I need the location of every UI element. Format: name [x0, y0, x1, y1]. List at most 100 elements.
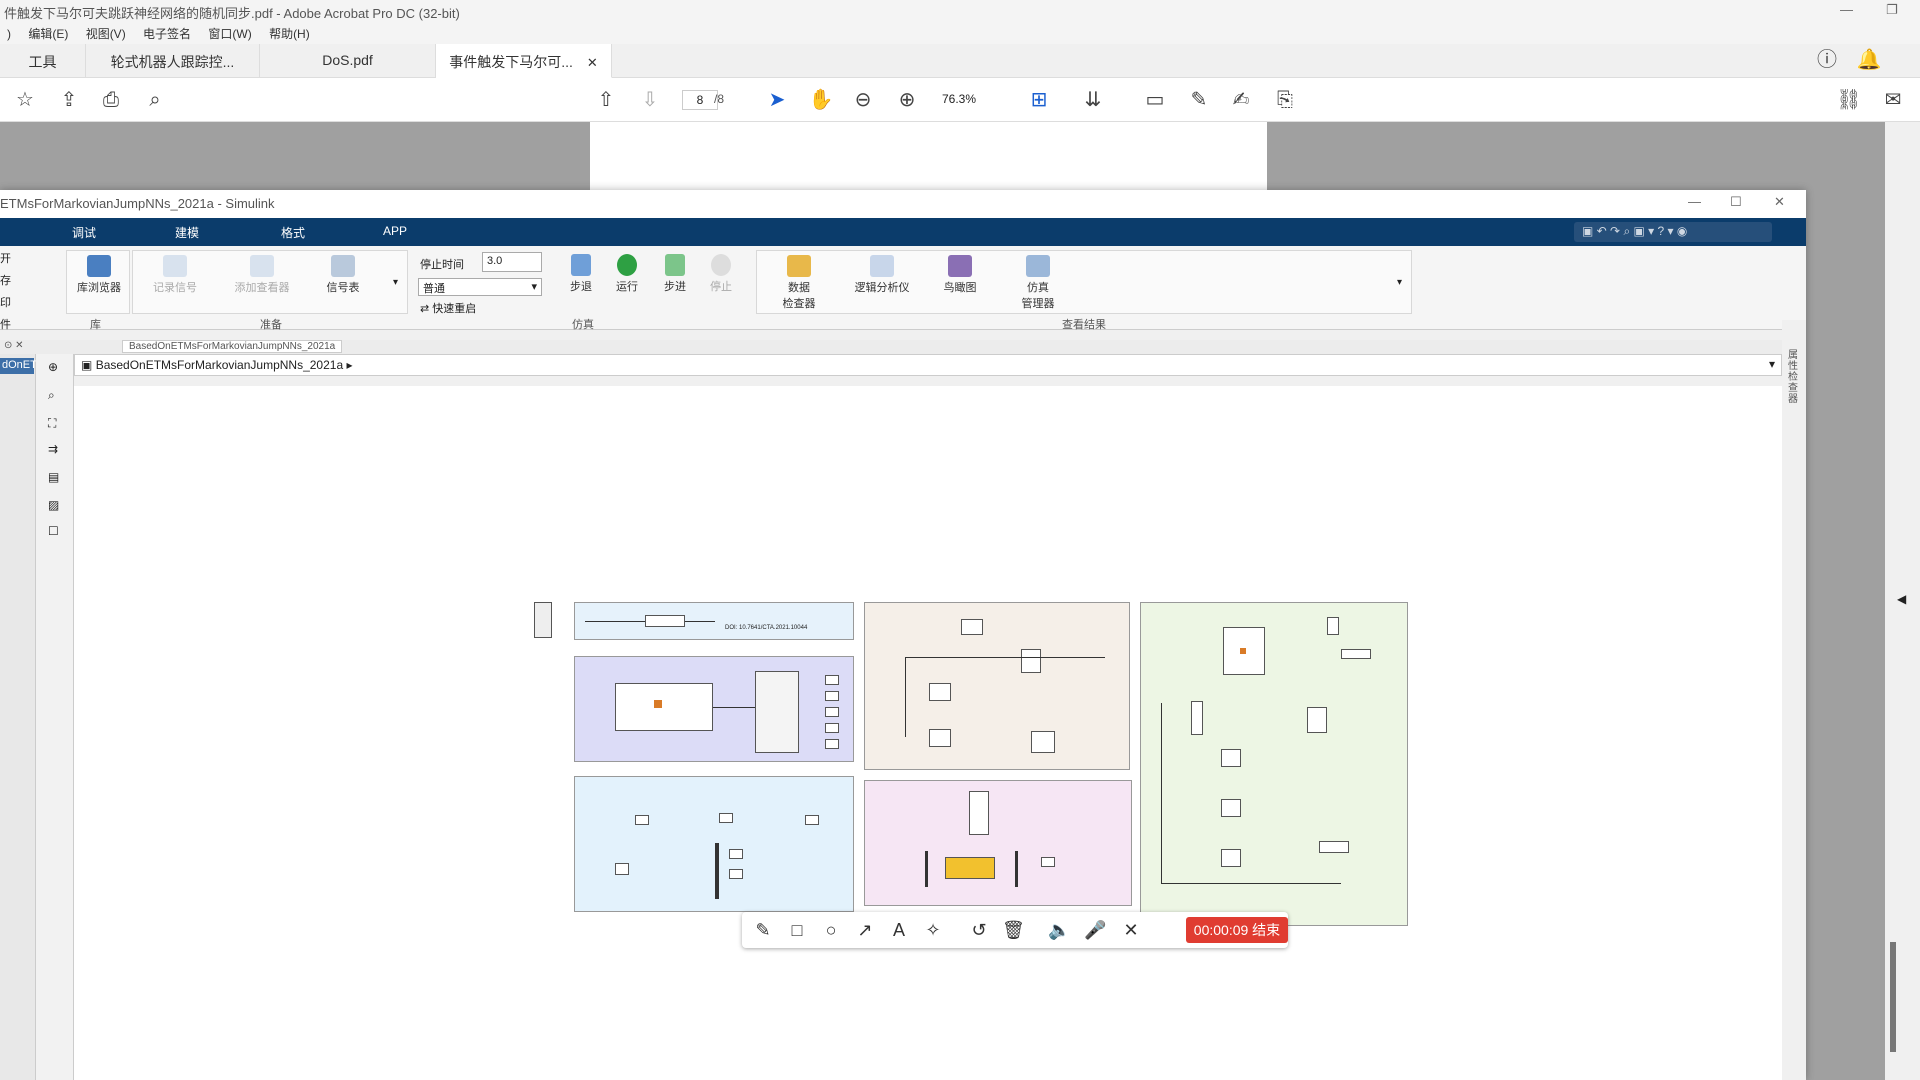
matrix-block[interactable] — [929, 729, 951, 747]
step-back-button[interactable]: 步退 — [564, 254, 598, 294]
event-trigger-block[interactable] — [945, 857, 995, 879]
share-icon[interactable]: ⛓ — [1836, 88, 1862, 112]
menu-view[interactable]: 视图(V) — [79, 22, 133, 42]
end-recording-button[interactable]: 00:00:09 结束 — [1186, 917, 1288, 943]
stamp-icon[interactable]: ⎘ — [1272, 88, 1298, 112]
matrix-block[interactable] — [1221, 749, 1241, 767]
minimize-icon[interactable]: — — [1840, 2, 1853, 17]
magic-icon[interactable]: ✧ — [922, 919, 944, 941]
menu-esign[interactable]: 电子签名 — [136, 22, 198, 42]
model-browser-item[interactable]: dOnET — [0, 358, 37, 374]
matrix-block[interactable] — [961, 619, 983, 635]
area-controller[interactable] — [574, 656, 854, 762]
help-icon[interactable]: ⓘ — [1814, 48, 1840, 72]
outport-block[interactable] — [825, 675, 839, 685]
expand-icon[interactable]: ▾ — [393, 277, 398, 288]
text-icon[interactable]: A — [888, 919, 910, 941]
model-tab[interactable]: BasedOnETMsForMarkovianJumpNNs_2021a — [122, 340, 343, 353]
menu-help[interactable]: 帮助(H) — [262, 22, 317, 42]
area-trigger[interactable] — [864, 780, 1132, 906]
zoom-icon[interactable]: ⌕ — [48, 388, 55, 403]
menu-open[interactable]: 开 — [0, 250, 11, 266]
from-block[interactable] — [615, 863, 629, 875]
step-forward-button[interactable]: 步进 — [658, 254, 692, 294]
matrix-block[interactable] — [969, 791, 989, 835]
goto-block[interactable] — [729, 849, 743, 859]
subsystem-block[interactable] — [645, 615, 685, 627]
scroll-icon[interactable]: ⇊ — [1080, 88, 1106, 112]
scroll-thumb[interactable] — [1890, 942, 1896, 1052]
fit-icon[interactable]: ⊞ — [1026, 88, 1052, 112]
expand-icon[interactable]: ▾ — [1397, 277, 1402, 288]
tab-modeling[interactable]: 建模 — [175, 224, 199, 241]
page-up-icon[interactable]: ⇧ — [593, 88, 619, 112]
hand-icon[interactable]: ✋ — [808, 88, 834, 112]
menu-item[interactable]: ) — [0, 24, 18, 41]
outport-block[interactable] — [825, 707, 839, 717]
close-icon[interactable]: ✕ — [1774, 194, 1785, 210]
integrator-block[interactable] — [1223, 627, 1265, 675]
integrator-block[interactable] — [1021, 649, 1041, 673]
bell-icon[interactable]: 🔔 — [1856, 48, 1882, 72]
main-subsystem-block[interactable] — [615, 683, 713, 731]
highlight-icon[interactable]: ✎ — [1186, 88, 1212, 112]
sim-manager-button[interactable]: 仿真 管理器 — [1011, 255, 1065, 311]
area-header[interactable]: DOI: 10.7641/CTA.2021.10044 — [574, 602, 854, 640]
tab-robot-doc[interactable]: 轮式机器人跟踪控... — [86, 44, 260, 78]
close-icon[interactable]: ✕ — [1120, 919, 1142, 941]
tab-close-icon[interactable]: ✕ — [587, 55, 598, 70]
stop-time-input[interactable]: 3.0 — [482, 252, 542, 272]
goto-block[interactable] — [729, 869, 743, 879]
menu-edit[interactable]: 编辑(E) — [21, 22, 75, 42]
goto-block[interactable] — [1041, 857, 1055, 867]
mux-block[interactable] — [715, 843, 719, 899]
tab-tools[interactable]: 工具 — [0, 44, 86, 78]
outport-block[interactable] — [825, 739, 839, 749]
mux-block[interactable] — [1327, 617, 1339, 635]
address-bar[interactable]: ▣ BasedOnETMsForMarkovianJumpNNs_2021a ▸… — [74, 354, 1782, 376]
speaker-icon[interactable]: 🔈 — [1048, 919, 1070, 941]
sim-mode-select[interactable]: 普通 ▾ — [418, 278, 542, 296]
sign-icon[interactable]: ✍ — [1228, 88, 1254, 112]
quick-access-toolbar[interactable]: ▣ ↶ ↷ ⌕ ▣ ▾ ? ▾ ◉ — [1574, 222, 1772, 242]
page-down-icon[interactable]: ⇩ — [637, 88, 663, 112]
arrow-icon[interactable]: ↗ — [854, 919, 876, 941]
goto-block[interactable] — [635, 815, 649, 825]
tab-app[interactable]: APP — [383, 224, 407, 238]
zoom-level[interactable]: 76.3% — [942, 92, 976, 106]
property-inspector-strip[interactable]: 属性检查器 — [1782, 320, 1806, 1080]
chevron-down-icon[interactable]: ▾ — [1769, 357, 1775, 371]
maximize-icon[interactable]: ☐ — [1730, 194, 1742, 210]
image-icon[interactable]: ▨ — [48, 498, 59, 512]
goto-block[interactable] — [805, 815, 819, 825]
signal-icon[interactable]: ⇉ — [48, 442, 58, 456]
area-master-system[interactable] — [864, 602, 1130, 770]
trash-icon[interactable]: 🗑 — [1002, 919, 1025, 941]
area-signals[interactable] — [574, 776, 854, 912]
minus-icon[interactable]: ⊖ — [850, 88, 876, 112]
close-icon[interactable]: ⊙ ✕ — [4, 340, 24, 351]
circle-icon[interactable]: ○ — [820, 919, 842, 941]
tab-format[interactable]: 格式 — [281, 224, 305, 241]
outport-block[interactable] — [825, 691, 839, 701]
restore-icon[interactable]: ❐ — [1886, 2, 1898, 18]
display-block[interactable] — [1319, 841, 1349, 853]
matrix-block[interactable] — [1221, 849, 1241, 867]
sum-block[interactable] — [1191, 701, 1203, 735]
zoom-out-icon[interactable]: ⌕ — [142, 88, 168, 112]
demux-block[interactable] — [925, 851, 928, 887]
fit-view-icon[interactable]: ⛶ — [48, 416, 56, 431]
record-signal-button[interactable]: 记录信号 — [143, 255, 207, 295]
plus-icon[interactable]: ⊕ — [894, 88, 920, 112]
model-canvas[interactable]: DOI: 10.7641/CTA.2021.10044 — [74, 386, 1782, 1080]
tab-debug[interactable]: 调试 — [72, 224, 96, 241]
acrobat-scrollbar[interactable]: ◀ — [1885, 122, 1920, 1080]
area-slave-system[interactable] — [1140, 602, 1408, 926]
minimize-icon[interactable]: — — [1688, 194, 1701, 209]
tab-event-trigger-doc[interactable]: 事件触发下马尔可... ✕ — [436, 44, 612, 78]
signal-table-button[interactable]: 信号表 — [317, 255, 369, 295]
menu-window[interactable]: 窗口(W) — [201, 22, 258, 42]
area-icon[interactable]: ☐ — [48, 524, 59, 538]
rectangle-icon[interactable]: □ — [786, 919, 808, 941]
goto-block[interactable] — [719, 813, 733, 823]
